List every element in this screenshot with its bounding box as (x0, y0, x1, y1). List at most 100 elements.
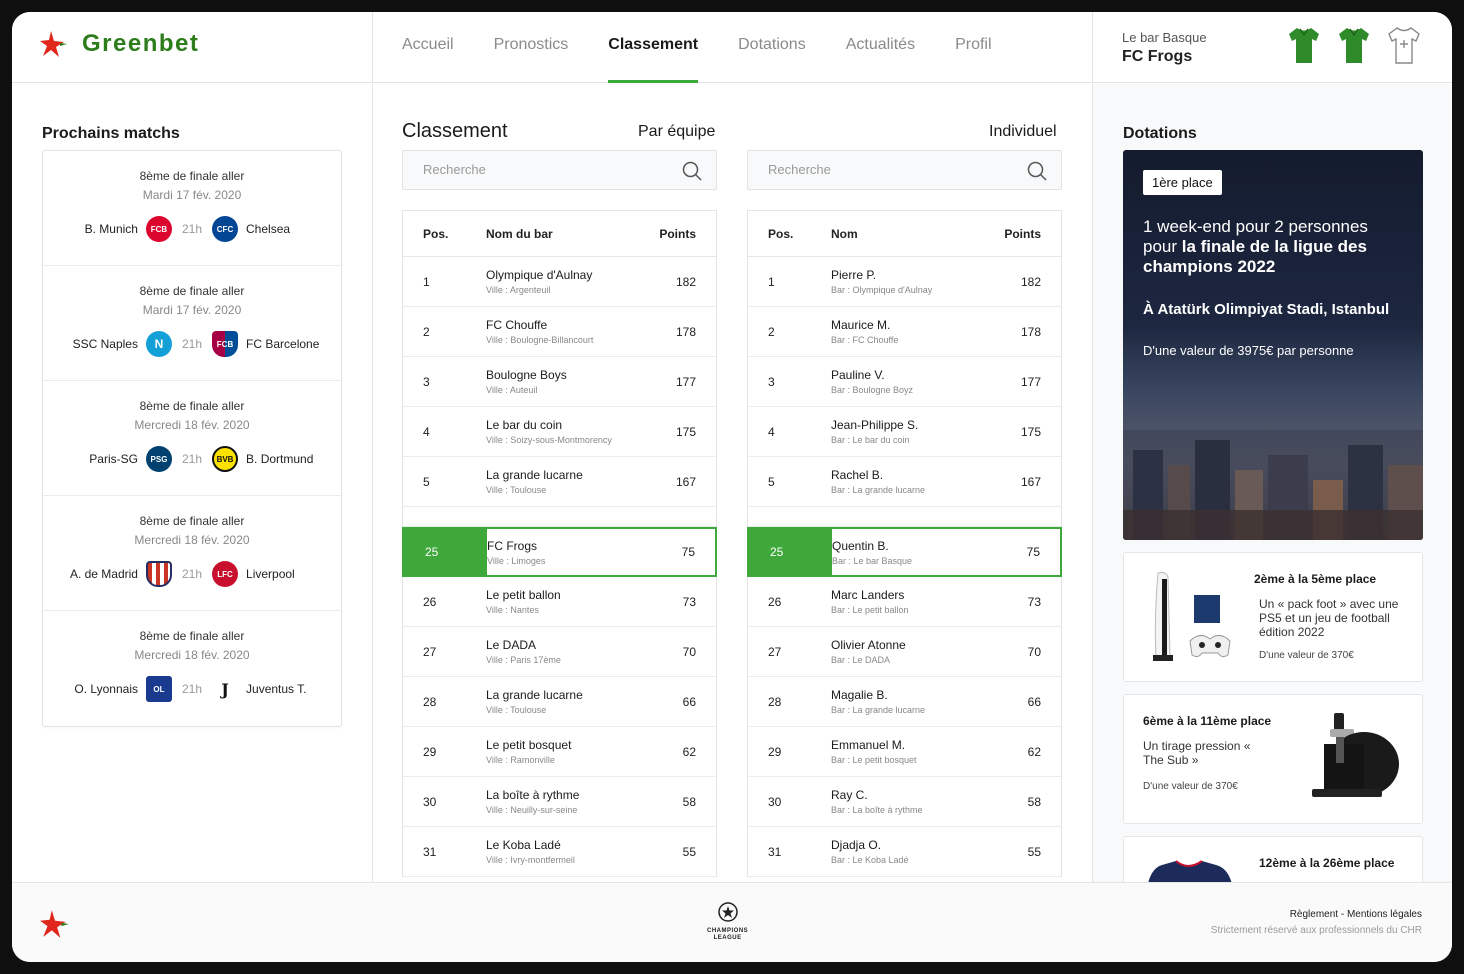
lyon-crest-icon: OL (145, 676, 172, 702)
col-points[interactable]: Points (656, 227, 716, 241)
first-prize-card[interactable]: 1ère place 1 week-end pour 2 personnes p… (1123, 150, 1423, 540)
match-card[interactable]: 8ème de finale aller Mercredi 18 fév. 20… (43, 611, 341, 726)
row-pos: 3 (423, 374, 430, 389)
table-row[interactable]: 26 Le petit ballon Ville : Nantes 73 (403, 577, 716, 627)
rank-badge: 1ère place (1143, 170, 1222, 195)
row-points: 175 (1020, 424, 1041, 439)
table-row[interactable]: 3 Boulogne Boys Ville : Auteuil 177 (403, 357, 716, 407)
row-name: Olivier Atonne (831, 638, 906, 652)
row-name-cell: La grande lucarne Ville : Toulouse (486, 468, 656, 495)
col-name[interactable]: Nom (831, 227, 1001, 241)
table-row[interactable]: 30 Ray C. Bar : La boîte à rythme 58 (748, 777, 1061, 827)
row-sub: Bar : Olympique d'Aulnay (831, 285, 933, 295)
search-icon[interactable] (682, 161, 702, 181)
row-sub: Ville : Toulouse (486, 485, 547, 495)
user-info[interactable]: Le bar Basque FC Frogs (1122, 30, 1207, 66)
row-pos: 5 (768, 474, 775, 489)
row-pos: 5 (423, 474, 430, 489)
search-icon[interactable] (1027, 161, 1047, 181)
row-name: Rachel B. (831, 468, 884, 482)
row-name: Ray C. (831, 788, 868, 802)
row-points: 55 (682, 844, 696, 859)
nav-accueil[interactable]: Accueil (402, 12, 454, 83)
row-sub: Ville : Limoges (487, 555, 546, 566)
jersey-icon[interactable] (1336, 25, 1372, 65)
individual-search-input[interactable]: Recherche (747, 150, 1062, 190)
table-row-highlighted[interactable]: 25 Quentin B. Bar : Le bar Basque 75 (747, 527, 1062, 577)
match-card[interactable]: 8ème de finale aller Mardi 17 fév. 2020 … (43, 266, 341, 381)
table-row[interactable]: 2 FC Chouffe Ville : Boulogne-Billancourt 1… (403, 307, 716, 357)
row-points: 66 (682, 694, 696, 709)
nav-actualites[interactable]: Actualités (846, 12, 915, 83)
row-name: Emmanuel M. (831, 738, 906, 752)
nav-classement[interactable]: Classement (608, 12, 698, 83)
atletico-crest-icon (145, 561, 172, 587)
tab-individuel[interactable]: Individuel (989, 123, 1057, 141)
row-sub: Bar : Le petit bosquet (831, 755, 917, 765)
row-sub: Ville : Auteuil (486, 385, 538, 395)
row-sub: Ville : Soizy-sous-Montmorency (486, 435, 612, 445)
fourth-prize-card[interactable]: 12ème à la 26ème place (1123, 836, 1423, 882)
row-name: Jean-Philippe S. (831, 418, 919, 432)
search-placeholder: Recherche (768, 162, 831, 177)
match-card[interactable]: 8ème de finale aller Mercredi 18 fév. 20… (43, 381, 341, 496)
table-row[interactable]: 1 Pierre P. Bar : Olympique d'Aulnay 182 (748, 257, 1061, 307)
jersey-icon[interactable] (1286, 25, 1322, 65)
away-team: Juventus T. (246, 682, 307, 696)
table-row[interactable]: 27 Le DADA Ville : Paris 17ème 70 (403, 627, 716, 677)
row-name-cell: Ray C. Bar : La boîte à rythme (831, 788, 1001, 815)
table-row[interactable]: 30 La boîte à rythme Ville : Neuilly-sur-s… (403, 777, 716, 827)
row-pos: 25 (749, 529, 832, 575)
add-jersey-icon[interactable] (1386, 25, 1422, 65)
row-name-cell: Olivier Atonne Bar : Le DADA (831, 638, 1001, 665)
row-points: 73 (1027, 594, 1041, 609)
row-name-cell: Djadja O. Bar : Le Koba Ladé (831, 838, 1001, 865)
row-sub: Bar : La grande lucarne (831, 485, 926, 495)
col-points[interactable]: Points (1001, 227, 1061, 241)
nav-pronostics[interactable]: Pronostics (494, 12, 569, 83)
table-row[interactable]: 5 Rachel B. Bar : La grande lucarne 167 (748, 457, 1061, 507)
table-row[interactable]: 28 Magalie B. Bar : La grande lucarne 66 (748, 677, 1061, 727)
table-row[interactable]: 4 Le bar du coin Ville : Soizy-sous-Montmo… (403, 407, 716, 457)
footer-legal-links[interactable]: Règlement - Mentions légales (1290, 909, 1422, 920)
team-search-input[interactable]: Recherche (402, 150, 717, 190)
col-name[interactable]: Nom du bar (486, 227, 656, 241)
row-name: Le petit ballon (486, 588, 561, 602)
row-pos: 4 (423, 424, 430, 439)
main-nav: Accueil Pronostics Classement Dotations … (402, 12, 1032, 83)
table-row[interactable]: 1 Olympique d'Aulnay Ville : Argenteuil 182 (403, 257, 716, 307)
match-card[interactable]: 8ème de finale aller Mercredi 18 fév. 20… (43, 496, 341, 611)
row-name: Pierre P. (831, 268, 877, 282)
col-pos[interactable]: Pos. (403, 227, 486, 241)
table-row[interactable]: 3 Pauline V. Bar : Boulogne Boyz 177 (748, 357, 1061, 407)
second-prize-card[interactable]: 2ème à la 5ème place Un « pack foot » av… (1123, 552, 1423, 682)
table-header: Pos. Nom du bar Points (403, 211, 716, 257)
row-pos: 27 (768, 644, 782, 659)
row-points: 177 (675, 374, 696, 389)
table-row[interactable]: 2 Maurice M. Bar : FC Chouffe 178 (748, 307, 1061, 357)
match-time: 21h (181, 682, 203, 696)
table-row[interactable]: 4 Jean-Philippe S. Bar : Le bar du coin 175 (748, 407, 1061, 457)
istanbul-cityscape-image (1123, 430, 1423, 540)
table-row[interactable]: 31 Djadja O. Bar : Le Koba Ladé 55 (748, 827, 1061, 877)
table-row[interactable]: 31 Le Koba Ladé Ville : Ivry-montfermeil 55 (403, 827, 716, 877)
logo[interactable]: Greenbet (40, 30, 199, 58)
table-row[interactable]: 5 La grande lucarne Ville : Toulouse 167 (403, 457, 716, 507)
table-row[interactable]: 29 Emmanuel M. Bar : Le petit bosquet 62 (748, 727, 1061, 777)
row-name: La grande lucarne (486, 688, 583, 702)
star-logo-icon[interactable] (40, 909, 70, 939)
nav-dotations[interactable]: Dotations (738, 12, 806, 83)
table-row[interactable]: 28 La grande lucarne Ville : Toulouse 66 (403, 677, 716, 727)
matches-list: 8ème de finale aller Mardi 17 fév. 2020 … (42, 150, 342, 727)
tab-par-equipe[interactable]: Par équipe (638, 123, 715, 141)
third-prize-card[interactable]: 6ème à la 11ème place Un tirage pression… (1123, 694, 1423, 824)
col-pos[interactable]: Pos. (748, 227, 831, 241)
nav-profil[interactable]: Profil (955, 12, 991, 83)
match-card[interactable]: 8ème de finale aller Mardi 17 fév. 2020 … (43, 151, 341, 266)
prize-value: D'une valeur de 370€ (1259, 650, 1354, 661)
table-row[interactable]: 29 Le petit bosquet Ville : Ramonville 62 (403, 727, 716, 777)
table-row-highlighted[interactable]: 25 FC Frogs Ville : Limoges 75 (402, 527, 717, 577)
table-row[interactable]: 26 Marc Landers Bar : Le petit ballon 73 (748, 577, 1061, 627)
match-time: 21h (181, 452, 203, 466)
table-row[interactable]: 27 Olivier Atonne Bar : Le DADA 70 (748, 627, 1061, 677)
